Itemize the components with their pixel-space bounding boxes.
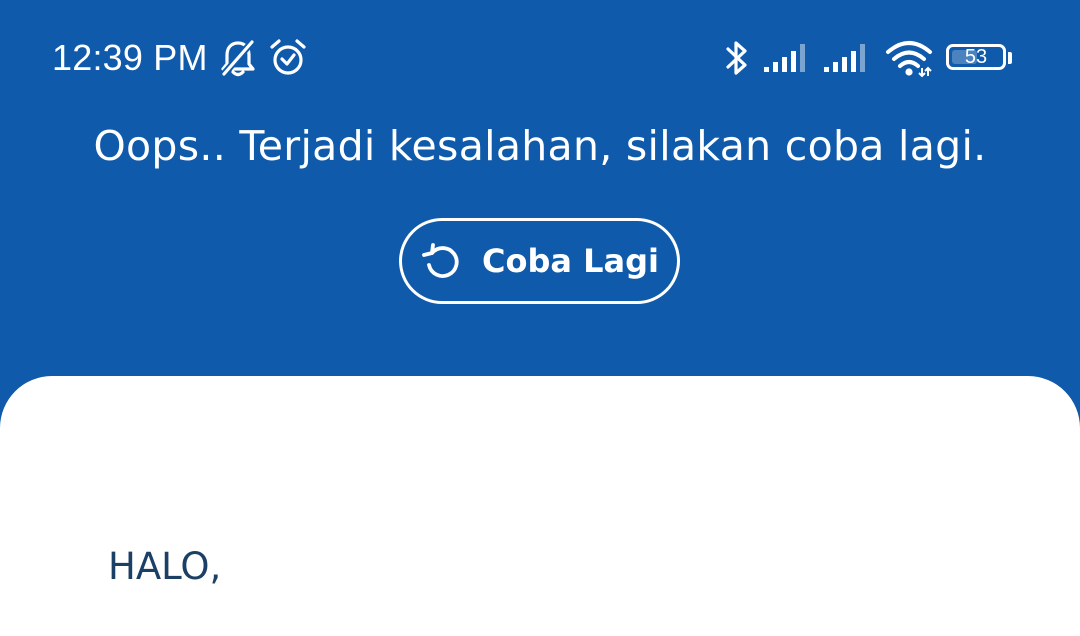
wifi-icon [886, 41, 932, 78]
greeting-text: HALO, [108, 545, 222, 588]
bluetooth-icon [726, 41, 747, 75]
retry-button[interactable]: Coba Lagi [399, 218, 680, 304]
bell-off-icon [221, 39, 255, 77]
alarm-clock-icon [270, 39, 306, 75]
refresh-icon [422, 243, 459, 278]
battery-level: 53 [964, 46, 988, 68]
signal-sim2-icon [824, 44, 865, 72]
status-time: 12:39 PM [52, 37, 208, 78]
battery-tip [1008, 52, 1012, 64]
retry-button-label: Coba Lagi [482, 242, 659, 280]
error-message: Oops.. Terjadi kesalahan, silakan coba l… [93, 122, 987, 170]
battery-icon: 53 [946, 42, 1016, 74]
status-bar: 12:39 PM 53 [0, 0, 1080, 116]
content-card: HALO, [0, 376, 1080, 636]
signal-sim1-icon [764, 44, 805, 72]
